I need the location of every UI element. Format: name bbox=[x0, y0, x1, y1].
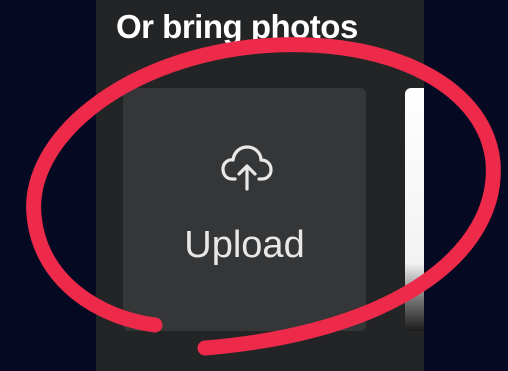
cloud-upload-icon bbox=[221, 145, 273, 191]
panel-heading: Or bring photos bbox=[116, 8, 358, 45]
upload-panel: Or bring photos Upload bbox=[96, 0, 424, 371]
media-thumbnail[interactable] bbox=[405, 88, 424, 331]
screenshot-stage: Or bring photos Upload bbox=[0, 0, 508, 371]
upload-label: Upload bbox=[184, 224, 305, 266]
upload-button[interactable]: Upload bbox=[123, 88, 366, 331]
